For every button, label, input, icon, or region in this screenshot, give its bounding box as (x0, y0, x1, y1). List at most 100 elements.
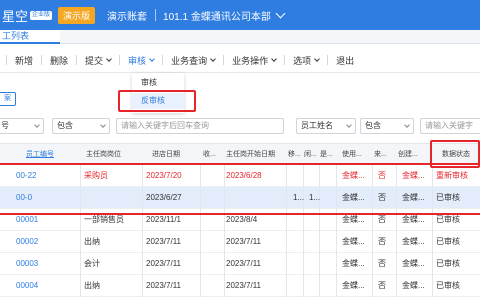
delete-button[interactable]: 删除 (50, 54, 68, 67)
cell-status: 已审核 (436, 259, 460, 268)
filter-field-value-2: 员工姓名 (301, 121, 333, 130)
business-query-button[interactable]: 业务查询 (171, 54, 216, 67)
column-divider (142, 231, 143, 253)
filter-search-input[interactable]: 请输入关键字后回车查询 (116, 118, 284, 134)
brand-name: 星空 (2, 8, 29, 24)
filter-search-input-2[interactable]: 请输入关键字 (420, 118, 480, 134)
exit-label: 退出 (336, 55, 355, 66)
demo-badge[interactable]: 演示版 (58, 6, 96, 24)
cell-position: 会计 (84, 259, 100, 268)
submit-button[interactable]: 提交 (85, 54, 112, 67)
chevron-down-icon (100, 122, 106, 128)
table-row[interactable]: 00003 会计 2023/7/11 2023/7/11 金蝶... 否 金蝶... 已审核 (0, 253, 480, 275)
cell-created-by: 金蝶... (402, 237, 425, 246)
column-divider (396, 231, 397, 253)
cell-position: 出纳 (84, 237, 100, 246)
chevron-down-icon (404, 122, 410, 128)
cell-short5: 否 (378, 237, 386, 246)
filter-field-value: 号 (1, 121, 9, 130)
table-row[interactable]: 00004 出纳 2023/7/11 2023/7/11 金蝶... 否 金蝶... 已审核 (0, 275, 480, 297)
column-divider (432, 231, 433, 253)
cell-short3 (309, 231, 321, 253)
cell-status: 已审核 (436, 237, 460, 246)
cell-status: 已审核 (436, 281, 460, 290)
chevron-down-icon[interactable] (275, 8, 286, 18)
column-divider (200, 253, 201, 275)
menu-item-audit[interactable]: 审核 (132, 75, 184, 91)
column-divider (80, 275, 81, 297)
filter-search-placeholder-2: 请输入关键字 (425, 121, 473, 130)
cell-short5: 否 (378, 259, 386, 268)
tab-employee-list[interactable]: 工列表 (0, 30, 60, 44)
brand-tag: 企业版 (30, 10, 53, 20)
column-divider (372, 275, 373, 297)
column-divider (200, 275, 201, 297)
column-divider (336, 231, 337, 253)
options-button[interactable]: 选项 (293, 54, 320, 67)
cell-short5: 否 (378, 281, 386, 290)
cell-start-date: 2023/7/11 (226, 237, 261, 246)
column-divider (372, 253, 373, 275)
cell-short2 (293, 253, 305, 275)
account-name[interactable]: 演示账套 (107, 8, 147, 23)
toolbar-underline (0, 72, 480, 73)
cell-emp-no[interactable]: 00003 (16, 253, 66, 275)
delete-label: 删除 (50, 55, 69, 66)
toolbar-divider (76, 55, 78, 65)
cell-entry-date: 2023/7/11 (146, 237, 181, 246)
toolbar: 新增 删除 提交 审核 业务查询 业务操作 选项 退出 (0, 50, 480, 70)
options-label: 选项 (293, 55, 312, 66)
chevron-down-icon (314, 55, 320, 62)
toolbar-divider (41, 55, 43, 65)
filter-operator-value-2: 包含 (365, 121, 381, 130)
cell-used-by: 金蝶... (342, 281, 365, 290)
column-divider (142, 275, 143, 297)
highlight-box-unaudit (118, 90, 196, 112)
column-divider (80, 231, 81, 253)
cell-short3 (309, 275, 321, 297)
audit-button[interactable]: 审核 (128, 54, 155, 67)
column-divider (286, 253, 287, 275)
column-divider (336, 253, 337, 275)
highlight-box-rows (0, 163, 480, 215)
filter-operator-select[interactable]: 包含 (52, 118, 110, 134)
toolbar-divider (327, 55, 329, 65)
chevron-down-icon (34, 122, 40, 128)
cell-used-by: 金蝶... (342, 259, 365, 268)
business-query-label: 业务查询 (171, 55, 208, 66)
column-divider (372, 231, 373, 253)
business-operation-button[interactable]: 业务操作 (232, 54, 277, 67)
filter-field-select-2[interactable]: 员工姓名 (296, 118, 356, 134)
cell-entry-date: 2023/7/11 (146, 281, 181, 290)
toolbar-divider (6, 55, 7, 65)
chevron-down-icon (346, 122, 352, 128)
org-selector[interactable]: 101.1 金蝶通讯公司本部 (163, 8, 271, 23)
submit-label: 提交 (85, 55, 104, 66)
toolbar-divider (223, 55, 225, 65)
new-button[interactable]: 新增 (15, 54, 33, 67)
table-row[interactable]: 00002 出纳 2023/7/11 2023/7/11 金蝶... 否 金蝶... 已审核 (0, 231, 480, 253)
grid-header: 员工编号 主任岗岗位 进店日期 收... 主任岗开始日期 移... 闲... 是… (0, 143, 480, 165)
filter-operator-value: 包含 (57, 121, 73, 130)
chevron-down-icon (106, 55, 112, 62)
filter-operator-select-2[interactable]: 包含 (360, 118, 414, 134)
column-divider (432, 275, 433, 297)
chevron-down-icon (271, 55, 277, 62)
cell-short2 (293, 275, 305, 297)
business-operation-label: 业务操作 (232, 55, 269, 66)
cell-start-date: 2023/7/11 (226, 259, 261, 268)
toolbar-divider (119, 55, 121, 65)
chevron-down-icon (149, 55, 155, 62)
cell-emp-no[interactable]: 00002 (16, 231, 66, 253)
cell-start-date: 2023/7/11 (226, 281, 261, 290)
top-bar: 星空 企业版 演示版 演示账套 101.1 金蝶通讯公司本部 (0, 0, 480, 30)
scheme-button[interactable]: 案 (0, 92, 16, 106)
column-divider (396, 253, 397, 275)
cell-emp-no[interactable]: 00004 (16, 275, 66, 297)
cell-short3 (309, 253, 321, 275)
column-divider (336, 275, 337, 297)
column-divider (224, 275, 225, 297)
filter-field-select[interactable]: 号 (0, 118, 44, 134)
exit-button[interactable]: 退出 (336, 54, 354, 67)
column-divider (200, 231, 201, 253)
